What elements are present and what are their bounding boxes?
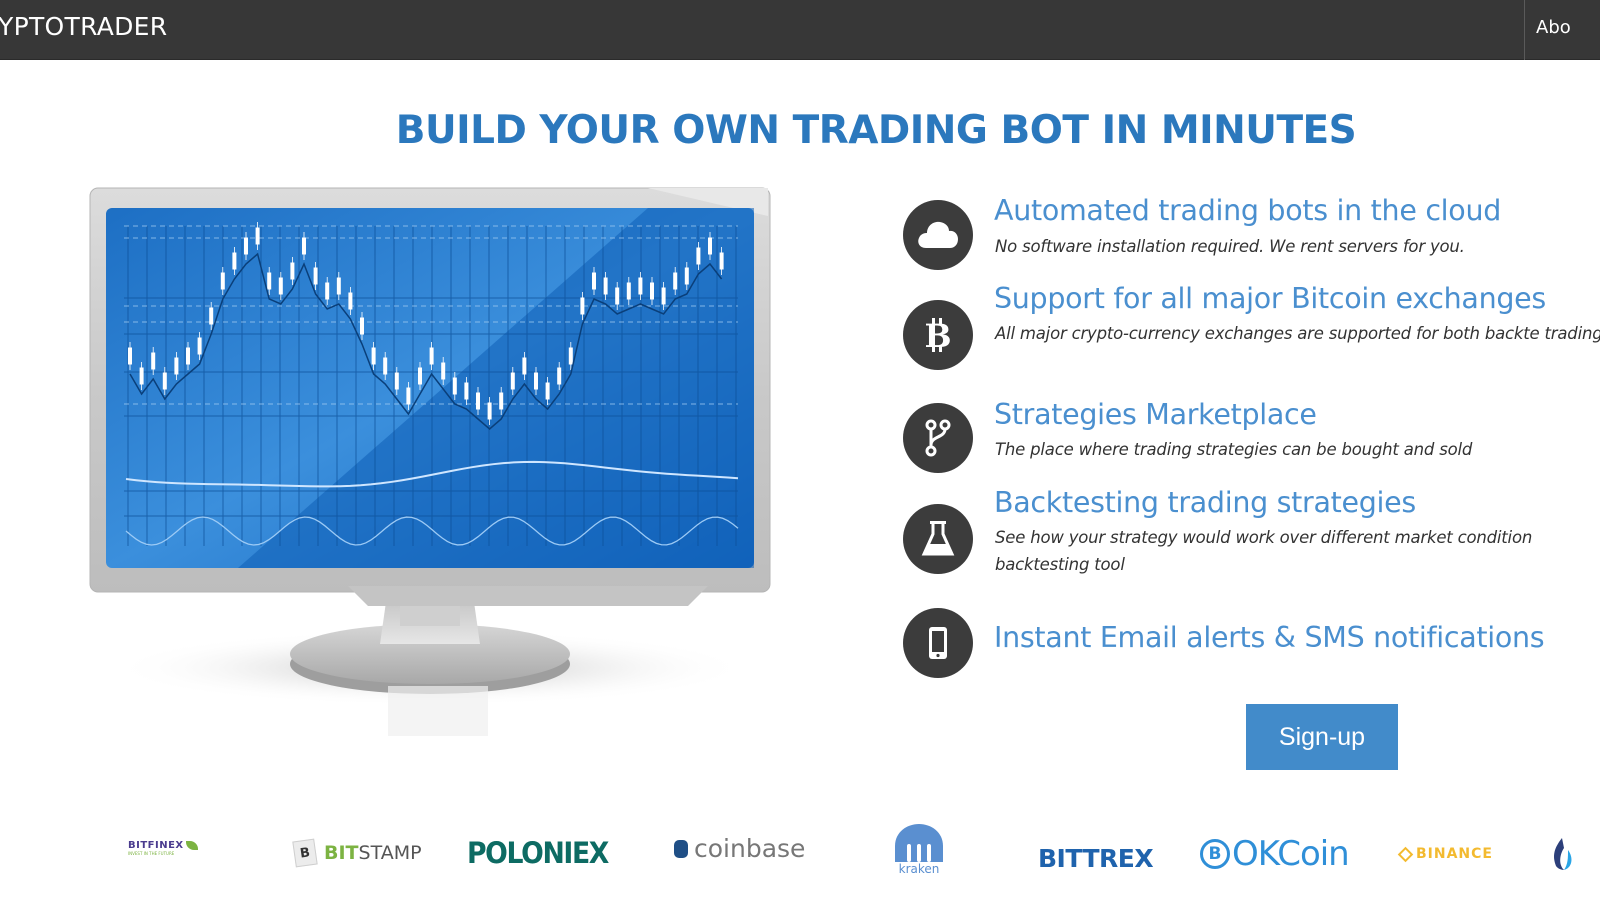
- exchange-logos: BITFINEX INVEST IN THE FUTURE B BIT STAM…: [0, 812, 1600, 900]
- binance-diamond-icon: [1397, 846, 1414, 862]
- exchange-logo-poloniex[interactable]: POLONIEX: [467, 836, 620, 870]
- coinbase-wordmark: coinbase: [694, 834, 806, 863]
- bitfinex-tagline: INVEST IN THE FUTURE: [128, 851, 175, 856]
- nav-divider: [1524, 0, 1525, 60]
- monitor-illustration: [88, 186, 772, 746]
- feature-title: Instant Email alerts & SMS notifications: [994, 621, 1545, 654]
- okcoin-wordmark: OKCoin: [1232, 834, 1350, 874]
- cloud-icon: [903, 200, 973, 270]
- exchange-logo-huobi[interactable]: [1550, 836, 1574, 872]
- feature-description: See how your strategy would work over di…: [995, 528, 1533, 574]
- flask-icon: [903, 504, 973, 574]
- bitstamp-wordmark-b: STAMP: [358, 842, 422, 864]
- exchange-logo-kraken[interactable]: kraken: [893, 822, 945, 876]
- bitstamp-wordmark-a: BIT: [324, 842, 359, 864]
- coinbase-stack-icon: [674, 839, 688, 858]
- signup-button[interactable]: Sign-up: [1246, 704, 1398, 770]
- kraken-wordmark: kraken: [898, 862, 940, 876]
- feature-title: Automated trading bots in the cloud: [994, 194, 1501, 227]
- brand-logo[interactable]: YPTOTRADER: [0, 12, 167, 41]
- feature-description: All major crypto-currency exchanges are …: [995, 324, 1600, 343]
- exchange-logo-bitstamp[interactable]: B BIT STAMP: [292, 838, 422, 868]
- trading-chart-monitor-image: [89, 187, 771, 736]
- bitstamp-bitcoin-icon: B: [292, 838, 318, 868]
- feature-description: No software installation required. We re…: [995, 237, 1465, 256]
- kraken-icon: [895, 824, 943, 862]
- hero-title: BUILD YOUR OWN TRADING BOT IN MINUTES: [395, 108, 1357, 153]
- bitfinex-wordmark: BITFINEX: [128, 840, 184, 851]
- binance-wordmark: BINANCE: [1416, 846, 1493, 862]
- mobile-phone-icon: [903, 608, 973, 678]
- top-navbar: YPTOTRADER Abo: [0, 0, 1600, 60]
- okcoin-bitcoin-icon: B: [1200, 839, 1230, 869]
- leaf-icon: [185, 841, 198, 850]
- feature-title: Strategies Marketplace: [994, 398, 1317, 431]
- exchange-logo-bittrex[interactable]: BITTREX: [1038, 844, 1154, 873]
- nav-link-about[interactable]: Abo: [1536, 17, 1571, 38]
- huobi-flame-icon: [1554, 838, 1572, 870]
- exchange-logo-binance[interactable]: BINANCE: [1397, 846, 1493, 862]
- bitcoin-icon: B: [903, 300, 973, 370]
- exchange-logo-okcoin[interactable]: B OKCoin: [1200, 834, 1350, 874]
- exchange-logo-coinbase[interactable]: coinbase: [674, 834, 805, 863]
- exchange-logo-bitfinex[interactable]: BITFINEX INVEST IN THE FUTURE: [128, 840, 198, 856]
- poloniex-wordmark: POLONIEX: [467, 836, 609, 870]
- feature-title: Support for all major Bitcoin exchanges: [994, 282, 1546, 315]
- feature-description: The place where trading strategies can b…: [995, 440, 1473, 459]
- feature-title: Backtesting trading strategies: [994, 486, 1416, 519]
- code-fork-icon: [903, 403, 973, 473]
- bittrex-wordmark: BITTREX: [1038, 844, 1154, 873]
- svg-text:B: B: [924, 317, 951, 355]
